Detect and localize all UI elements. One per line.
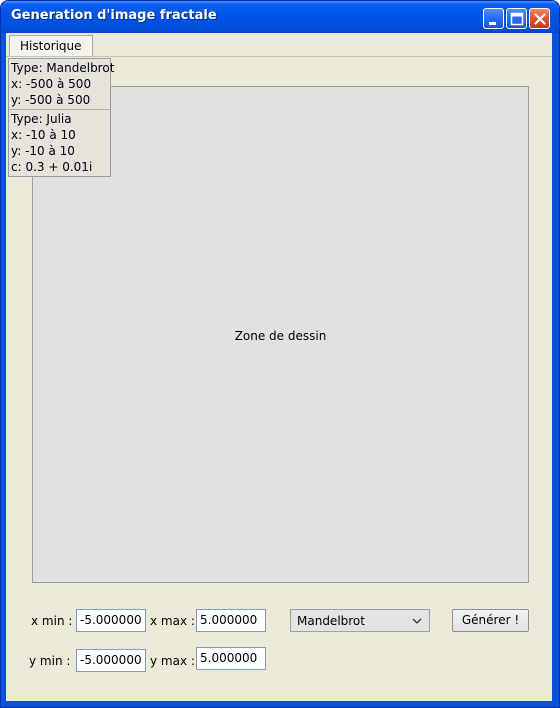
maximize-icon <box>510 12 524 26</box>
history-x-range: x: -500 à 500 <box>11 77 92 91</box>
history-c-value: c: 0.3 + 0.01i <box>11 160 93 174</box>
xmin-label: x min : <box>31 614 73 628</box>
chevron-down-icon <box>412 618 422 624</box>
ymin-field[interactable]: -5.000000 <box>76 649 146 672</box>
history-y-range: y: -10 à 10 <box>11 144 75 158</box>
ymax-field[interactable]: 5.000000 <box>196 647 266 670</box>
history-entry[interactable]: Type: Julia x: -10 à 10 y: -10 à 10 c: 0… <box>9 110 110 176</box>
history-type: Type: Julia <box>11 112 72 126</box>
xmax-label: x max : <box>150 614 195 628</box>
fractal-type-select[interactable]: Mandelbrot <box>290 609 430 632</box>
window-title: Generation d'image fractale <box>11 8 217 23</box>
menu-divider <box>6 56 552 57</box>
minimize-icon <box>489 22 496 25</box>
ymin-label: y min : <box>29 654 71 668</box>
history-entry[interactable]: Type: Mandelbrot x: -500 à 500 y: -500 à… <box>9 59 115 110</box>
app-window: Generation d'image fractale Historique Z… <box>0 0 560 708</box>
history-type: Type: Mandelbrot <box>11 61 115 75</box>
minimize-button[interactable] <box>483 8 504 29</box>
menu-bar: Historique <box>6 33 552 56</box>
history-y-range: y: -500 à 500 <box>11 93 91 107</box>
window-client-area: Historique Zone de dessin Type: Mandelbr… <box>6 33 552 701</box>
fractal-type-value: Mandelbrot <box>297 614 365 628</box>
close-button[interactable] <box>529 8 550 29</box>
xmax-field[interactable]: 5.000000 <box>196 609 266 632</box>
drawing-area-label: Zone de dessin <box>234 329 327 343</box>
xmin-field[interactable]: -5.000000 <box>76 609 146 632</box>
maximize-button[interactable] <box>506 8 527 29</box>
history-panel: Type: Mandelbrot x: -500 à 500 y: -500 à… <box>8 58 115 177</box>
history-x-range: x: -10 à 10 <box>11 128 76 142</box>
menu-historique[interactable]: Historique <box>9 35 93 56</box>
generate-button[interactable]: Générer ! <box>452 609 529 632</box>
close-icon <box>534 13 546 25</box>
ymax-label: y max : <box>150 654 195 668</box>
title-bar[interactable]: Generation d'image fractale <box>1 1 559 33</box>
